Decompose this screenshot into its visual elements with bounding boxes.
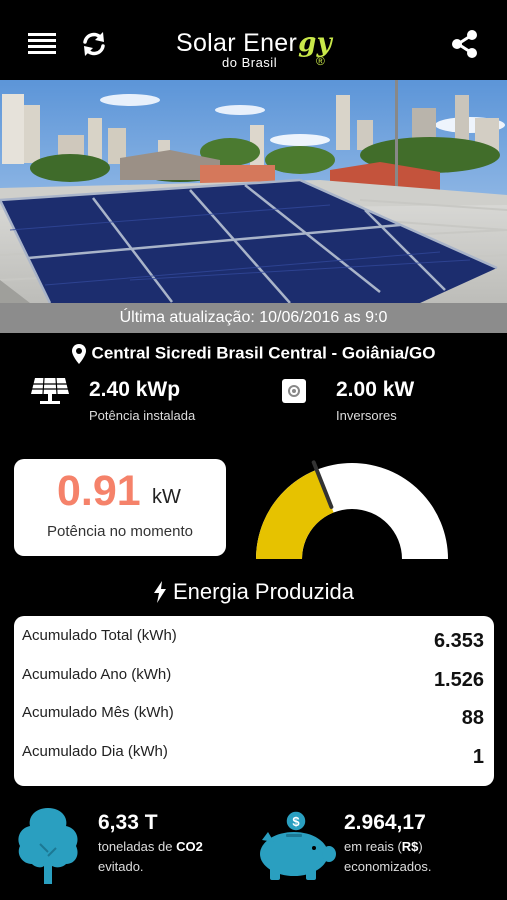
co2-label-bold: CO2 — [176, 839, 203, 854]
svg-text:$: $ — [292, 814, 300, 829]
row-label: Acumulado Mês (kWh) — [22, 704, 174, 721]
piggy-bank-icon: $ — [260, 810, 336, 880]
last-update-bar: Última atualização: 10/06/2016 as 9:0 — [0, 303, 507, 333]
menu-button[interactable] — [24, 26, 60, 62]
plant-location-name: Central Sicredi Brasil Central - Goiânia… — [91, 343, 436, 363]
refresh-button[interactable] — [76, 26, 112, 62]
solar-panel-icon — [31, 377, 69, 404]
table-row: Acumulado Ano (kWh) 1.526 — [14, 657, 494, 695]
menu-icon — [28, 33, 56, 54]
current-power-unit: kW — [152, 486, 181, 508]
current-power-value: 0.91 — [57, 467, 141, 515]
share-icon — [452, 30, 477, 58]
energy-table: Acumulado Total (kWh) 6.353 Acumulado An… — [14, 616, 494, 786]
installed-power-label: Potência instalada — [89, 408, 196, 423]
tree-icon — [18, 808, 78, 884]
co2-label: toneladas de CO2 evitado. — [98, 837, 203, 877]
energy-title-text: Energia Produzida — [172, 579, 354, 605]
share-button[interactable] — [447, 26, 483, 62]
app-logo: Solar Energy do Brasil ® — [176, 24, 336, 70]
savings-label-mid: ) — [418, 839, 423, 854]
energy-produced-title: Energia Produzida — [0, 578, 507, 605]
row-label: Acumulado Ano (kWh) — [22, 666, 172, 683]
table-row: Acumulado Dia (kWh) 1 — [14, 734, 494, 772]
current-power-card: 0.91 kW Potência no momento — [14, 459, 226, 556]
map-pin-icon — [71, 343, 86, 364]
lightning-icon — [153, 581, 166, 604]
logo-main-text: Solar Ener — [176, 29, 298, 57]
savings-value: 2.964,17 — [344, 811, 426, 834]
co2-value: 6,33 T — [98, 811, 158, 834]
solar-panels-photo — [0, 80, 507, 303]
row-label: Acumulado Dia (kWh) — [22, 743, 168, 760]
refresh-icon — [83, 32, 105, 56]
logo-reg-mark: ® — [316, 54, 325, 68]
row-value: 1 — [472, 746, 484, 768]
savings-label: em reais (R$) economizados. — [344, 837, 431, 877]
app-header: Solar Energy do Brasil ® — [0, 0, 507, 80]
co2-label-suffix: evitado. — [98, 859, 144, 874]
row-label: Acumulado Total (kWh) — [22, 627, 177, 644]
inverters-label: Inversores — [336, 408, 397, 423]
power-gauge — [256, 460, 448, 559]
table-row: Acumulado Total (kWh) 6.353 — [14, 618, 494, 656]
co2-label-prefix: toneladas de — [98, 839, 177, 854]
installed-power-value: 2.40 kWp — [89, 378, 181, 401]
plant-location: Central Sicredi Brasil Central - Goiânia… — [0, 341, 507, 366]
row-value: 6.353 — [433, 630, 484, 652]
savings-label-bold: R$ — [401, 839, 419, 854]
row-value: 88 — [461, 707, 484, 729]
savings-label-suffix: economizados. — [344, 859, 432, 874]
inverter-icon — [282, 379, 306, 403]
inverters-value: 2.00 kW — [336, 378, 415, 401]
row-value: 1.526 — [433, 669, 484, 691]
savings-label-prefix: em reais ( — [344, 839, 402, 854]
current-power-label: Potência no momento — [47, 523, 193, 540]
logo-sub-text: do Brasil — [222, 55, 278, 70]
table-row: Acumulado Mês (kWh) 88 — [14, 695, 494, 733]
